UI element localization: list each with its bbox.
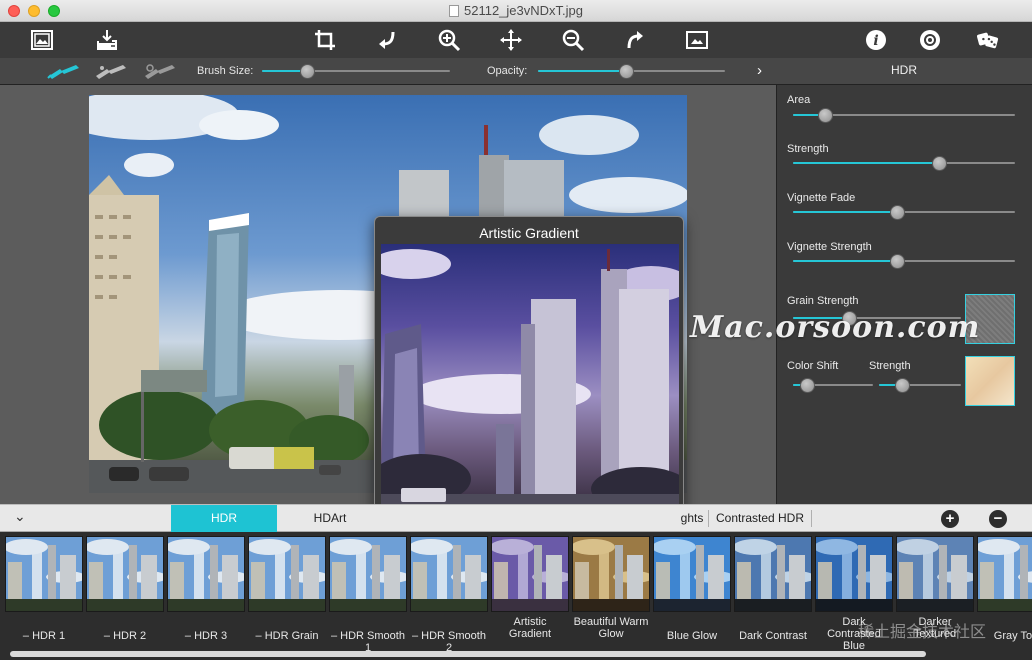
preset-thumbnail[interactable]: – HDR 2 bbox=[86, 536, 164, 656]
preset-preview-popover: Artistic Gradient bbox=[374, 216, 684, 524]
color-strength-label: Strength bbox=[869, 360, 911, 372]
svg-text:i: i bbox=[873, 33, 878, 49]
brush-size-label: Brush Size: bbox=[197, 65, 254, 77]
document-icon bbox=[449, 5, 459, 17]
window-title: 52112_je3vNDxT.jpg bbox=[0, 3, 1032, 18]
open-image-icon[interactable] bbox=[28, 26, 56, 54]
color-texture-swatch[interactable] bbox=[965, 356, 1015, 406]
preset-thumbnail[interactable]: – HDR Grain bbox=[248, 536, 326, 656]
brush-apply-icon[interactable] bbox=[46, 62, 82, 80]
area-slider-knob[interactable] bbox=[818, 108, 833, 123]
zoom-in-icon[interactable] bbox=[435, 26, 463, 54]
color-strength-slider-knob[interactable] bbox=[895, 378, 910, 393]
preset-thumbnail[interactable]: – HDR Smooth 1 bbox=[329, 536, 407, 656]
brush-size-slider[interactable] bbox=[262, 64, 450, 79]
main-toolbar: i bbox=[0, 22, 1032, 58]
strength-slider-knob[interactable] bbox=[932, 156, 947, 171]
settings-icon[interactable] bbox=[916, 26, 944, 54]
info-icon[interactable]: i bbox=[862, 26, 890, 54]
brush-options-bar: Brush Size: Opacity: › HDR bbox=[0, 58, 1032, 85]
preview-image bbox=[381, 244, 679, 520]
window-title-text: 52112_je3vNDxT.jpg bbox=[464, 3, 583, 18]
preset-label: – HDR 1 bbox=[22, 630, 66, 642]
preset-label: Dark Contrast bbox=[739, 630, 807, 642]
brush-soft-icon[interactable] bbox=[142, 62, 178, 80]
rotate-left-icon[interactable] bbox=[373, 26, 401, 54]
preset-label: Artistic Gradient bbox=[508, 616, 552, 640]
title-bar: 52112_je3vNDxT.jpg bbox=[0, 0, 1032, 22]
color-shift-label: Color Shift bbox=[787, 360, 839, 372]
preset-thumbnail-image[interactable] bbox=[167, 536, 245, 612]
color-strength-slider[interactable] bbox=[879, 378, 961, 393]
vignette-strength-slider-knob[interactable] bbox=[890, 254, 905, 269]
opacity-slider[interactable] bbox=[538, 64, 725, 79]
tab-highlights[interactable]: ghts bbox=[676, 505, 708, 532]
preset-thumbnail[interactable]: Artistic Gradient bbox=[491, 536, 569, 656]
vignette-fade-label: Vignette Fade bbox=[787, 192, 856, 204]
preset-thumbnail[interactable]: Beautiful Warm Glow bbox=[572, 536, 650, 656]
crop-icon[interactable] bbox=[311, 26, 339, 54]
preset-thumbnail-image[interactable] bbox=[491, 536, 569, 612]
preset-label: Gray Ton bbox=[993, 630, 1032, 642]
preset-label: Blue Glow bbox=[666, 630, 718, 642]
hdr-settings-panel: Area Strength Vignette Fade Vignette Str… bbox=[776, 85, 1032, 504]
preset-label: – HDR 2 bbox=[103, 630, 147, 642]
preset-thumbnail[interactable]: Dark Contrast bbox=[734, 536, 812, 656]
preset-thumbnail-image[interactable] bbox=[86, 536, 164, 612]
preset-thumbnail-image[interactable] bbox=[896, 536, 974, 612]
color-shift-slider-knob[interactable] bbox=[800, 378, 815, 393]
panel-title: HDR bbox=[891, 63, 917, 77]
watermark-text: Mac.orsoon.com bbox=[690, 310, 981, 345]
vignette-strength-slider[interactable] bbox=[793, 254, 1015, 269]
rotate-right-icon[interactable] bbox=[621, 26, 649, 54]
tab-hdart[interactable]: HDArt bbox=[277, 505, 383, 532]
remove-preset-button[interactable]: − bbox=[989, 510, 1007, 528]
area-slider[interactable] bbox=[793, 108, 1015, 123]
preset-thumbnail-image[interactable] bbox=[329, 536, 407, 612]
strength-slider[interactable] bbox=[793, 156, 1015, 171]
vignette-fade-slider[interactable] bbox=[793, 205, 1015, 220]
horizontal-scrollbar[interactable] bbox=[10, 651, 926, 657]
preset-label: – HDR Grain bbox=[255, 630, 319, 642]
preset-thumbnail-image[interactable] bbox=[5, 536, 83, 612]
brush-erase-icon[interactable] bbox=[93, 62, 129, 80]
preset-thumbnail[interactable]: – HDR 3 bbox=[167, 536, 245, 656]
opacity-label: Opacity: bbox=[487, 65, 528, 77]
preset-thumbnail-image[interactable] bbox=[410, 536, 488, 612]
grain-strength-label: Grain Strength bbox=[787, 295, 859, 307]
preset-thumbnail[interactable]: – HDR 1 bbox=[5, 536, 83, 656]
fit-screen-icon[interactable] bbox=[683, 26, 711, 54]
preset-thumbnail-image[interactable] bbox=[977, 536, 1032, 612]
zoom-out-icon[interactable] bbox=[559, 26, 587, 54]
preset-thumbnail-image[interactable] bbox=[572, 536, 650, 612]
strength-label: Strength bbox=[787, 143, 829, 155]
preset-label: Beautiful Warm Glow bbox=[573, 616, 649, 640]
preset-thumbnail[interactable]: – HDR Smooth 2 bbox=[410, 536, 488, 656]
expand-chevron-down-icon[interactable]: ⌄ bbox=[14, 508, 26, 525]
tab-contrasted-hdr[interactable]: Contrasted HDR bbox=[709, 505, 811, 532]
add-preset-button[interactable]: + bbox=[941, 510, 959, 528]
preset-thumbnail[interactable]: Blue Glow bbox=[653, 536, 731, 656]
tab-divider bbox=[811, 510, 812, 527]
tab-hdr[interactable]: HDR bbox=[171, 505, 277, 532]
color-shift-slider[interactable] bbox=[793, 378, 873, 393]
preset-label: – HDR 3 bbox=[184, 630, 228, 642]
preset-thumbnail-image[interactable] bbox=[248, 536, 326, 612]
opacity-slider-knob[interactable] bbox=[619, 64, 634, 79]
brush-size-slider-knob[interactable] bbox=[300, 64, 315, 79]
area-label: Area bbox=[787, 94, 811, 106]
preset-category-tabs: ⌄ HDR HDArt ghts Contrasted HDR + − bbox=[0, 504, 1032, 532]
preview-title: Artistic Gradient bbox=[479, 225, 579, 241]
random-icon[interactable] bbox=[974, 26, 1002, 54]
save-icon[interactable] bbox=[93, 26, 121, 54]
vignette-fade-slider-knob[interactable] bbox=[890, 205, 905, 220]
watermark-cn-text: 稀土掘金技术社区 bbox=[858, 624, 987, 641]
vignette-strength-label: Vignette Strength bbox=[787, 241, 872, 253]
move-icon[interactable] bbox=[497, 26, 525, 54]
preset-thumbnail-image[interactable] bbox=[815, 536, 893, 612]
preset-thumbnail-image[interactable] bbox=[653, 536, 731, 612]
preset-thumbnail-image[interactable] bbox=[734, 536, 812, 612]
collapse-panel-chevron-icon[interactable]: › bbox=[757, 62, 762, 79]
